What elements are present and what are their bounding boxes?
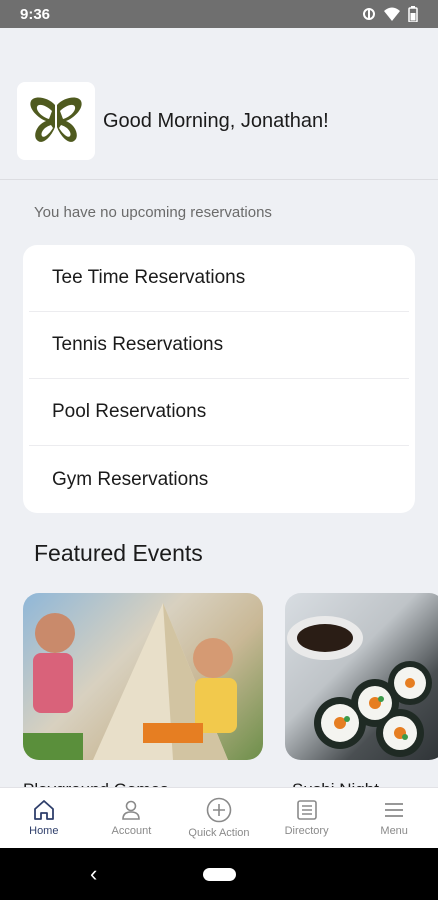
nav-home-label: Home <box>29 825 59 837</box>
pool-reservations-item[interactable]: Pool Reservations <box>29 379 409 446</box>
nav-directory-label: Directory <box>284 825 329 837</box>
vibrate-icon <box>363 8 375 20</box>
plus-circle-icon <box>206 797 232 823</box>
event-card-playground[interactable] <box>23 593 263 760</box>
event-image-sushi <box>287 616 432 757</box>
gym-reservations-item[interactable]: Gym Reservations <box>29 446 409 513</box>
reservations-card: Tee Time Reservations Tennis Reservation… <box>23 245 415 513</box>
club-logo <box>17 82 95 160</box>
directory-icon <box>296 800 317 820</box>
wifi-icon <box>384 7 400 21</box>
res-item-label: Pool Reservations <box>52 401 207 422</box>
status-bar: 9:36 <box>0 0 438 28</box>
res-item-label: Tee Time Reservations <box>52 267 246 288</box>
nav-account-label: Account <box>111 825 152 837</box>
featured-events-title: Featured Events <box>34 540 203 566</box>
home-pill-button[interactable] <box>203 867 236 881</box>
tennis-reservations-item[interactable]: Tennis Reservations <box>29 312 409 379</box>
back-icon[interactable]: ‹ <box>90 861 97 887</box>
event-image-playground <box>23 603 237 760</box>
hamburger-icon <box>385 803 404 817</box>
no-reservations-text: You have no upcoming reservations <box>34 204 272 221</box>
res-item-label: Gym Reservations <box>52 468 209 490</box>
greeting-text: Good Morning, Jonathan! <box>103 109 329 132</box>
nav-directory[interactable]: Directory <box>263 788 351 848</box>
nav-quick-action-label: Quick Action <box>188 827 250 839</box>
battery-icon <box>408 6 418 22</box>
nav-account[interactable]: Account <box>88 788 176 848</box>
tee-time-reservations-item[interactable]: Tee Time Reservations <box>29 245 409 312</box>
bottom-navigation: Home Account Quick Action Directory Menu <box>0 787 438 848</box>
person-icon <box>122 800 141 820</box>
nav-quick-action[interactable]: Quick Action <box>175 788 263 848</box>
nav-menu-label: Menu <box>380 825 408 837</box>
nav-home[interactable]: Home <box>0 788 88 848</box>
event-card-sushi[interactable] <box>285 593 438 760</box>
butterfly-logo-icon <box>30 97 82 142</box>
nav-menu[interactable]: Menu <box>350 788 438 848</box>
status-time: 9:36 <box>20 5 51 23</box>
res-item-label: Tennis Reservations <box>52 334 224 355</box>
status-icons <box>362 6 418 22</box>
header-divider <box>0 179 438 180</box>
system-navigation-bar: ‹ <box>0 848 438 900</box>
greeting-header: Good Morning, Jonathan! <box>17 82 329 160</box>
home-icon <box>33 800 54 820</box>
